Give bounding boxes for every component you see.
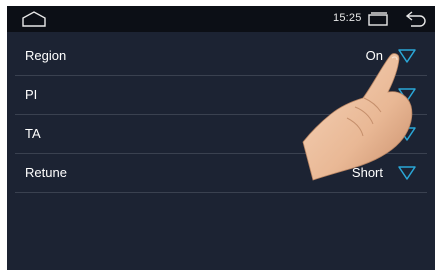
setting-row-retune[interactable]: Retune Short [7, 154, 435, 192]
setting-label: PI [25, 87, 38, 102]
divider [15, 192, 427, 193]
home-icon[interactable] [21, 11, 47, 27]
device-frame: 15:25 Region On PI TA k Retune Short [0, 0, 441, 277]
setting-row-pi[interactable]: PI [7, 76, 435, 114]
setting-value: On [365, 48, 383, 63]
dropdown-triangle-icon[interactable] [397, 126, 417, 142]
setting-row-region[interactable]: Region On [7, 37, 435, 75]
setting-label: Region [25, 48, 67, 63]
recent-apps-icon[interactable] [367, 12, 389, 26]
dropdown-triangle-icon[interactable] [397, 48, 417, 64]
status-bar: 15:25 [7, 6, 435, 32]
setting-row-ta[interactable]: TA k [7, 115, 435, 153]
setting-value: k [376, 126, 384, 141]
settings-screen: 15:25 Region On PI TA k Retune Short [7, 6, 435, 270]
dropdown-triangle-icon[interactable] [397, 165, 417, 181]
setting-value: Short [351, 165, 383, 180]
back-icon[interactable] [405, 10, 427, 28]
dropdown-triangle-icon[interactable] [397, 87, 417, 103]
setting-label: TA [25, 126, 41, 141]
clock: 15:25 [333, 12, 362, 24]
setting-label: Retune [25, 165, 67, 180]
